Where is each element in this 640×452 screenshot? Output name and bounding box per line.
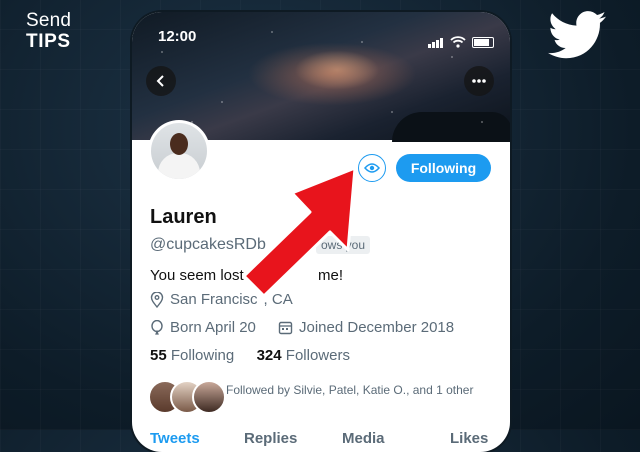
birthday-text: Born April 20 [170, 319, 256, 336]
calendar-icon [278, 321, 293, 335]
notifications-button[interactable] [358, 154, 386, 182]
following-button[interactable]: Following [396, 154, 491, 182]
profile-bio: You seem lost me! [150, 267, 343, 284]
bio-text-end: me! [318, 267, 344, 284]
followers-count: 324 [256, 347, 282, 364]
following-count-link[interactable]: 55 Following [150, 347, 238, 364]
status-icons [428, 30, 494, 48]
tab-media[interactable]: Media [342, 430, 385, 447]
location-text-end: , CA [263, 291, 293, 308]
tab-tweets[interactable]: Tweets [150, 430, 200, 447]
wifi-icon [450, 36, 466, 48]
joined-text: Joined December 2018 [299, 319, 455, 336]
followers-count-link[interactable]: 324 Followers [257, 347, 350, 364]
battery-icon [472, 37, 494, 48]
location-text: San Francisc [170, 291, 258, 308]
follow-counts: 55 Following 324 Followers [150, 347, 350, 364]
brand-line1: Send [26, 10, 72, 31]
phone-screen: 12:00 Following Lauren @cupcakesRDb ows … [132, 12, 510, 452]
profile-handle: @cupcakesRDb [150, 236, 266, 253]
avatar-face [170, 133, 188, 155]
back-button[interactable] [146, 66, 176, 96]
more-options-button[interactable] [464, 66, 494, 96]
tab-likes[interactable]: Likes [450, 430, 488, 447]
brand-line2: TIPS [26, 31, 71, 52]
following-count: 55 [150, 347, 167, 364]
tab-replies[interactable]: Replies [244, 430, 297, 447]
bio-text: You seem lost [150, 267, 244, 284]
follows-you-badge: ows you [316, 236, 371, 254]
avatar-body [158, 153, 200, 179]
balloon-icon [151, 319, 163, 335]
avatar-photo [151, 123, 207, 179]
more-icon [472, 79, 486, 83]
chevron-left-icon [156, 75, 164, 87]
signal-icon [428, 30, 444, 48]
avatar [192, 380, 226, 414]
twitter-bird-icon [548, 11, 606, 59]
profile-avatar[interactable] [148, 120, 210, 182]
followers-label: Followers [285, 347, 350, 364]
following-label: Following [170, 347, 235, 364]
banner-hill [392, 112, 510, 142]
status-time: 12:00 [158, 28, 197, 45]
profile-birthday: Born April 20 [150, 319, 256, 336]
eye-icon [364, 163, 380, 173]
profile-joined: Joined December 2018 [278, 319, 454, 336]
location-pin-icon [150, 291, 164, 308]
followed-by-avatars[interactable] [148, 380, 226, 414]
profile-location: San Francisc , CA [150, 291, 293, 308]
send-tips-brand: Send TIPS [26, 10, 71, 52]
profile-name: Lauren [150, 206, 217, 228]
followed-by-text[interactable]: Followed by Silvie, Patel, Katie O., and… [226, 382, 476, 398]
